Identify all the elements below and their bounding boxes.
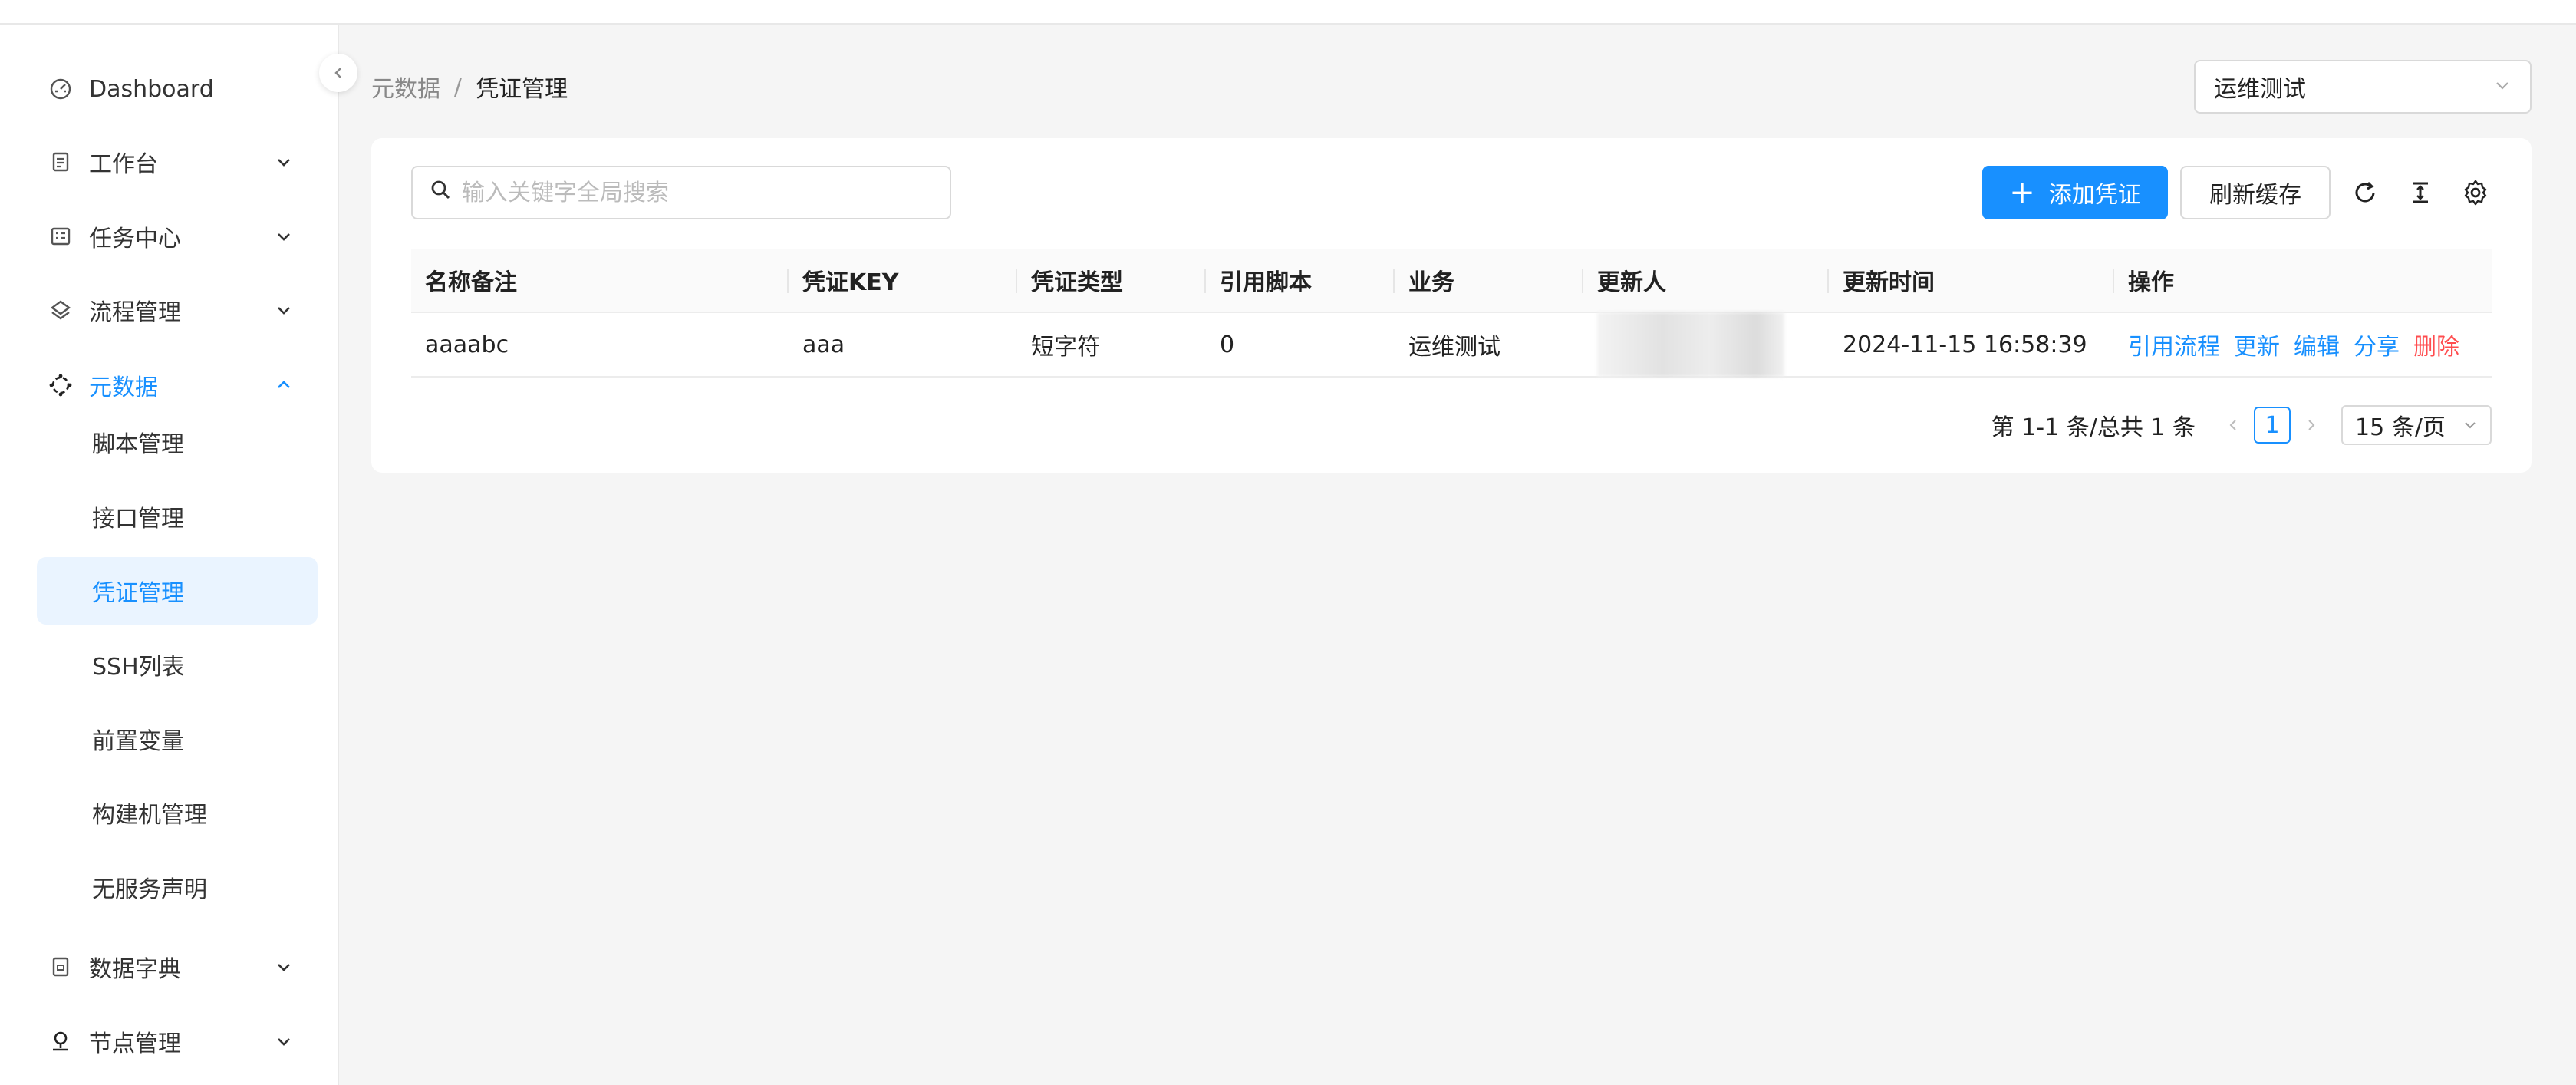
add-credential-label: 添加凭证 <box>2048 182 2141 209</box>
plus-icon: + <box>2009 175 2035 210</box>
sidebar-item-dashboard[interactable]: Dashboard <box>37 55 318 123</box>
cell-business: 运维测试 <box>1408 334 1500 361</box>
settings-gear-icon[interactable] <box>2459 176 2492 209</box>
search-icon <box>430 179 451 206</box>
table-header: 名称备注 凭证KEY 凭证类型 引用脚本 业务 更新人 更新时间 操作 <box>411 249 2492 313</box>
breadcrumb: 元数据 / 凭证管理 <box>371 70 568 104</box>
chevron-up-icon <box>273 374 295 396</box>
sidebar-subitem-label: 构建机管理 <box>92 802 207 829</box>
cell-key: aaa <box>802 331 845 358</box>
sidebar-subitem-ssh-list[interactable]: SSH列表 <box>37 631 318 698</box>
page-size-value: 15 条/页 <box>2355 414 2446 441</box>
chevron-down-icon <box>273 1031 295 1052</box>
sidebar-item-task-center[interactable]: 任务中心 <box>37 203 318 270</box>
global-search[interactable] <box>411 166 951 219</box>
sidebar-item-node-management[interactable]: 节点管理 <box>37 1008 318 1075</box>
next-page-icon[interactable] <box>2295 405 2326 445</box>
sidebar-subitem-label: 无服务声明 <box>92 876 207 903</box>
column-header-updater: 更新人 <box>1583 249 1829 312</box>
column-header-key: 凭证KEY <box>789 249 1017 312</box>
sidebar-item-label: 任务中心 <box>89 226 181 252</box>
redacted-updater <box>1597 312 1784 377</box>
sidebar-item-data-dictionary[interactable]: 数据字典 <box>37 933 318 1001</box>
sidebar-subitem-label: SSH列表 <box>92 654 185 681</box>
column-header-ref-scripts: 引用脚本 <box>1206 249 1395 312</box>
cell-actions: 引用流程 更新 编辑 分享 删除 <box>2114 313 2476 376</box>
document-icon <box>48 149 74 175</box>
column-header-name: 名称备注 <box>411 249 789 312</box>
sidebar-item-label: 流程管理 <box>89 299 181 326</box>
breadcrumb-separator: / <box>454 73 463 101</box>
credential-card: + 添加凭证 刷新缓存 名称备注 凭证KEY 凭证类型 引用脚本 业务 更新人 … <box>371 138 2532 473</box>
task-icon <box>48 223 74 249</box>
column-header-actions: 操作 <box>2128 269 2174 296</box>
action-ref-flow-link[interactable]: 引用流程 <box>2128 328 2220 361</box>
column-height-icon[interactable] <box>2404 176 2436 209</box>
cell-type: 短字符 <box>1031 334 1100 361</box>
cell-updater <box>1583 312 1829 377</box>
sidebar-subitem-label: 接口管理 <box>92 506 184 533</box>
cell-name: aaaabc <box>425 331 509 358</box>
sidebar-subitem-serverless[interactable]: 无服务声明 <box>37 853 318 921</box>
sidebar-collapse-button[interactable] <box>319 54 357 92</box>
page-size-select[interactable]: 15 条/页 <box>2341 405 2492 445</box>
sidebar-item-label: Dashboard <box>89 75 214 103</box>
sidebar-item-label: 工作台 <box>89 151 158 178</box>
business-select[interactable]: 运维测试 <box>2194 60 2532 114</box>
add-credential-button[interactable]: + 添加凭证 <box>1982 166 2168 219</box>
dashboard-icon <box>48 76 74 102</box>
flow-icon <box>48 297 74 323</box>
sidebar-subitem-label: 脚本管理 <box>92 431 184 458</box>
sidebar-subitem-build-machine[interactable]: 构建机管理 <box>37 779 318 846</box>
top-bar <box>0 0 2576 25</box>
sidebar-subitem-script-management[interactable]: 脚本管理 <box>37 408 318 476</box>
cell-updated-at: 2024-11-15 16:58:39 <box>1843 331 2087 358</box>
location-pin-icon <box>48 1028 74 1054</box>
sidebar-item-label: 数据字典 <box>89 956 181 983</box>
chevron-down-icon <box>2462 412 2478 439</box>
breadcrumb-current: 凭证管理 <box>476 76 568 103</box>
sidebar-item-workbench[interactable]: 工作台 <box>37 128 318 196</box>
action-share-link[interactable]: 分享 <box>2354 328 2400 361</box>
sidebar-item-flow-management[interactable]: 流程管理 <box>37 276 318 344</box>
chevron-down-icon <box>273 299 295 321</box>
sidebar: Dashboard 工作台 任务中心 流程管理 元数据 脚本管理 接口管理 凭证… <box>0 25 339 1085</box>
sidebar-item-label: 节点管理 <box>89 1031 181 1057</box>
chevron-left-icon <box>334 68 341 78</box>
sidebar-item-label: 元数据 <box>89 374 158 401</box>
chevron-down-icon <box>2493 74 2512 101</box>
column-header-business: 业务 <box>1395 249 1583 312</box>
pagination: 第 1-1 条/总共 1 条 1 15 条/页 <box>1991 405 2492 445</box>
column-header-type: 凭证类型 <box>1017 249 1206 312</box>
sidebar-subitem-api-management[interactable]: 接口管理 <box>37 483 318 550</box>
credential-table: 名称备注 凭证KEY 凭证类型 引用脚本 业务 更新人 更新时间 操作 aaaa… <box>411 249 2492 378</box>
chevron-down-icon <box>273 151 295 173</box>
sidebar-subitem-credential-management[interactable]: 凭证管理 <box>37 557 318 625</box>
action-edit-link[interactable]: 编辑 <box>2294 328 2340 361</box>
refresh-cache-label: 刷新缓存 <box>2209 182 2301 209</box>
dictionary-icon <box>48 954 74 980</box>
refresh-cache-button[interactable]: 刷新缓存 <box>2180 166 2331 219</box>
page-number-current[interactable]: 1 <box>2254 407 2291 444</box>
breadcrumb-parent[interactable]: 元数据 <box>371 70 440 104</box>
action-delete-link[interactable]: 删除 <box>2413 328 2459 361</box>
table-row: aaaabc aaa 短字符 0 运维测试 2024-11-15 16:58:3… <box>411 312 2492 378</box>
action-update-link[interactable]: 更新 <box>2234 328 2280 361</box>
chevron-down-icon <box>273 956 295 978</box>
prev-page-icon[interactable] <box>2219 405 2249 445</box>
chevron-down-icon <box>273 226 295 247</box>
cell-ref-scripts: 0 <box>1220 331 1235 358</box>
sidebar-subitem-label: 凭证管理 <box>92 580 184 607</box>
reload-icon[interactable] <box>2349 176 2381 209</box>
metadata-icon <box>48 372 74 398</box>
sidebar-subitem-pre-variables[interactable]: 前置变量 <box>37 705 318 773</box>
pagination-total: 第 1-1 条/总共 1 条 <box>1991 414 2196 441</box>
business-select-value: 运维测试 <box>2214 76 2306 103</box>
column-header-updated-at: 更新时间 <box>1829 249 2114 312</box>
sidebar-subitem-label: 前置变量 <box>92 728 184 755</box>
search-input[interactable] <box>462 179 933 206</box>
